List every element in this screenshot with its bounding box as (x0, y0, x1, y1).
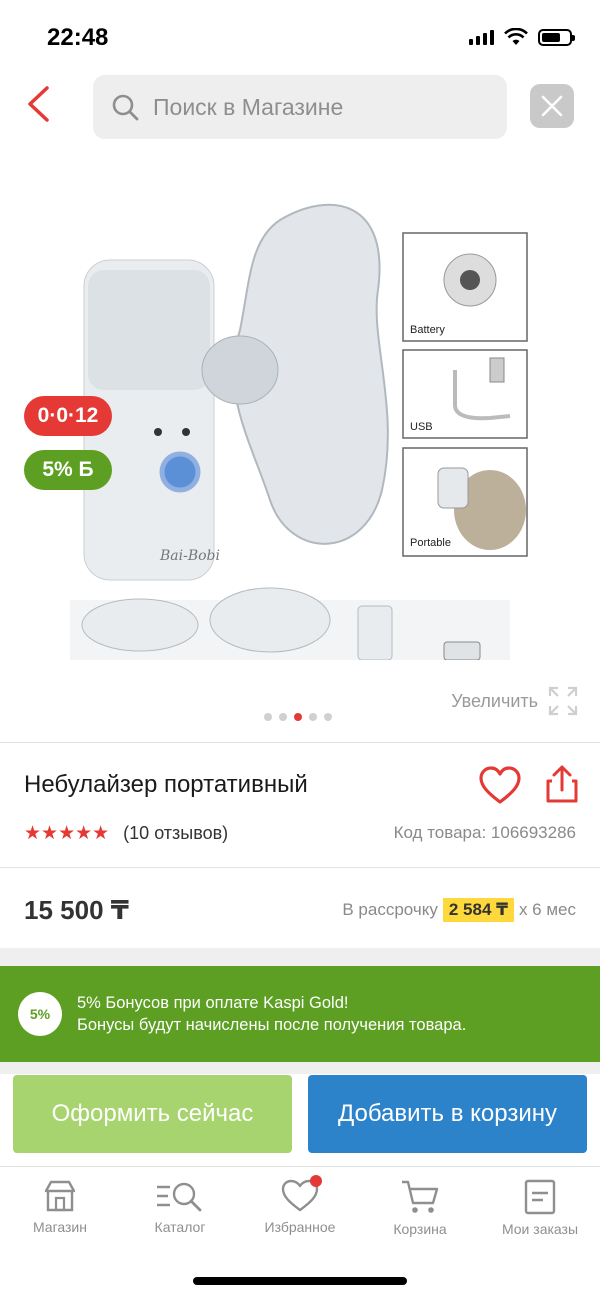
cart-icon (402, 1180, 439, 1213)
add-to-cart-button[interactable]: Добавить в корзину (308, 1075, 587, 1153)
heart-icon (479, 766, 521, 804)
expand-icon (548, 686, 578, 716)
nav-item-orders[interactable]: Мои заказы (480, 1167, 600, 1256)
nav-item-favorites[interactable]: Избранное (240, 1167, 360, 1256)
installment-prefix: В рассрочку (342, 900, 438, 919)
zoom-button[interactable]: Увеличить (451, 686, 578, 716)
page-dot[interactable] (324, 713, 332, 721)
battery-icon (538, 28, 575, 46)
product-price: 15 500 ₸ (24, 895, 129, 925)
divider (0, 742, 600, 743)
status-icons (469, 28, 575, 46)
search-input[interactable] (153, 93, 473, 121)
status-time: 22:48 (47, 24, 109, 51)
section-separator (0, 948, 600, 966)
shop-icon (44, 1180, 76, 1212)
caption-battery: Battery (410, 324, 445, 336)
installment-suffix: x 6 мес (518, 900, 576, 919)
nav-item-catalog[interactable]: Каталог (120, 1167, 240, 1256)
nav-label: Избранное (264, 1219, 336, 1235)
signal-icon (469, 29, 494, 45)
nav-label: Каталог (154, 1219, 206, 1235)
bottom-nav: Магазин Каталог Избранное Корзина Мои за… (0, 1166, 600, 1256)
search-icon (112, 94, 139, 121)
share-button[interactable] (544, 764, 584, 808)
brand-text: Bai-Bobi (159, 548, 220, 564)
gallery-pagination (264, 713, 332, 721)
top-bar (0, 72, 600, 142)
product-title: Небулайзер портативный (24, 771, 308, 798)
page-dot[interactable] (279, 713, 287, 721)
installment-info: В рассрочку 2 584 ₸ x 6 мес (342, 898, 576, 922)
nav-item-cart[interactable]: Корзина (360, 1167, 480, 1256)
installment-amount: 2 584 ₸ (442, 898, 514, 922)
promo-badge: 5% (18, 992, 62, 1036)
rating-stars: ★★★★★ (24, 823, 110, 844)
section-separator (0, 1062, 600, 1074)
page-dot[interactable] (309, 713, 317, 721)
search-box[interactable] (93, 75, 507, 139)
nav-label: Магазин (32, 1219, 87, 1235)
checkout-now-button[interactable]: Оформить сейчас (13, 1075, 292, 1153)
caption-portable: Portable (410, 537, 451, 549)
promo-line-1: 5% Бонусов при оплате Kaspi Gold! (77, 994, 349, 1012)
wifi-icon (504, 28, 528, 45)
product-code: Код товара: 106693286 (393, 823, 576, 842)
nav-item-shop[interactable]: Магазин (0, 1167, 120, 1256)
home-indicator[interactable] (193, 1277, 407, 1285)
rating-row[interactable]: ★★★★★ (10 отзывов) (24, 822, 228, 845)
chevron-left-icon (28, 86, 49, 122)
notification-dot (310, 1175, 322, 1187)
promo-text: 5% Бонусов при оплате Kaspi Gold! Бонусы… (77, 992, 466, 1036)
page-dot-active[interactable] (294, 713, 302, 721)
close-icon (541, 95, 563, 117)
reviews-link[interactable]: (10 отзывов) (123, 823, 228, 844)
catalog-icon (157, 1182, 202, 1212)
bonus-badge: 5% Б (24, 450, 112, 490)
orders-icon (524, 1179, 556, 1215)
promo-banner[interactable]: 5% 5% Бонусов при оплате Kaspi Gold! Бон… (0, 966, 600, 1062)
share-icon (546, 765, 578, 803)
back-button[interactable] (18, 82, 58, 126)
product-gallery[interactable]: Bai-Bobi Battery USB Portable 0·0·12 5% … (0, 150, 600, 740)
nav-label: Мои заказы (501, 1221, 579, 1237)
page-dot[interactable] (264, 713, 272, 721)
installment-badge: 0·0·12 (24, 396, 112, 436)
favorite-button[interactable] (478, 766, 522, 810)
divider (0, 867, 600, 868)
clear-button[interactable] (530, 84, 574, 128)
product-image[interactable]: Bai-Bobi Battery USB Portable (70, 180, 530, 660)
zoom-label: Увеличить (451, 690, 538, 711)
caption-usb: USB (410, 421, 433, 433)
promo-line-2: Бонусы будут начислены после получения т… (77, 1016, 467, 1034)
status-bar: 22:48 (0, 0, 600, 70)
nav-label: Корзина (393, 1221, 447, 1237)
